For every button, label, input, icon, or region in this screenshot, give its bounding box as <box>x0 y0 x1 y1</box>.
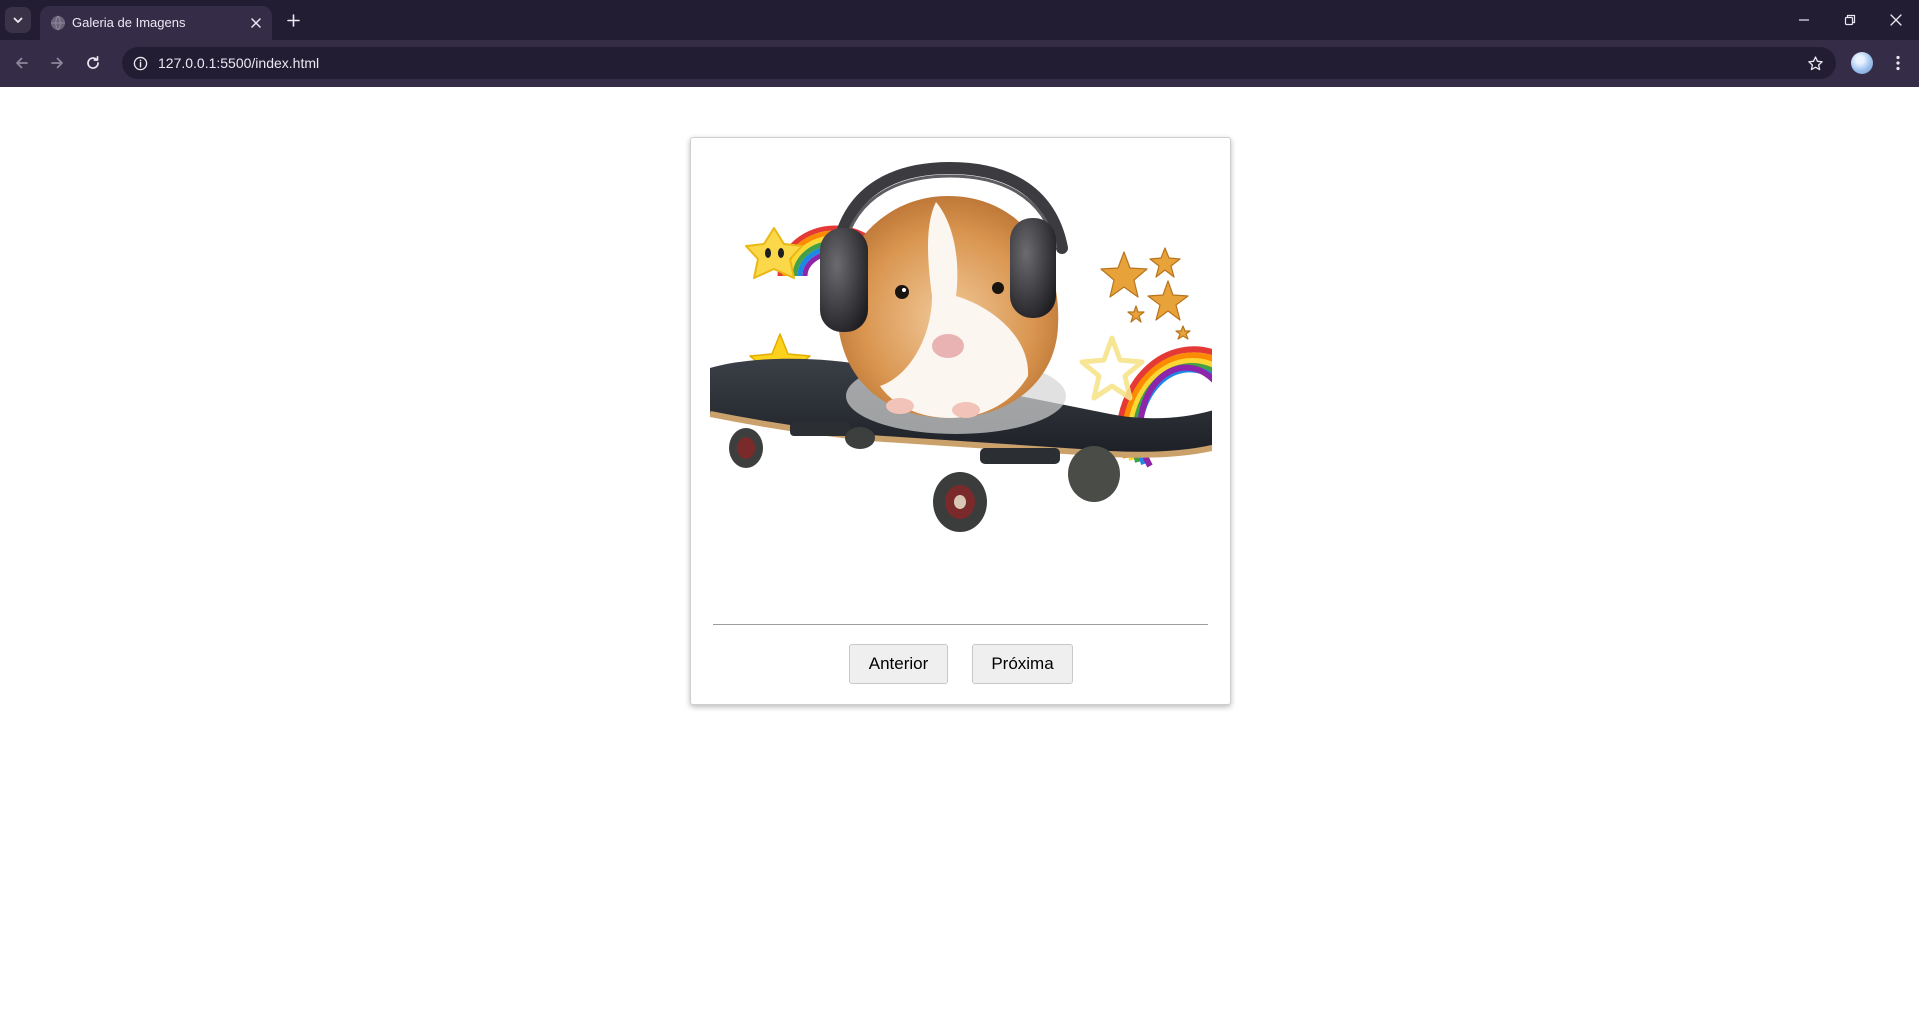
gallery-image <box>710 156 1212 626</box>
plus-icon <box>286 13 300 27</box>
profile-avatar[interactable] <box>1851 52 1873 74</box>
forward-icon <box>51 57 63 69</box>
next-button[interactable]: Próxima <box>972 644 1073 684</box>
reload-button[interactable] <box>81 51 105 75</box>
restore-button[interactable] <box>1836 8 1864 32</box>
address-bar[interactable]: 127.0.0.1:5500/index.html <box>122 47 1836 79</box>
new-tab-button[interactable] <box>282 9 304 31</box>
tab-close-icon[interactable] <box>248 15 264 31</box>
gold-stars-right <box>1100 247 1191 340</box>
menu-icon <box>1896 55 1900 71</box>
close-window-button[interactable] <box>1882 8 1910 32</box>
reload-icon <box>87 55 99 69</box>
browser-menu-button[interactable] <box>1886 51 1910 75</box>
url-text[interactable]: 127.0.0.1:5500/index.html <box>158 55 319 71</box>
back-icon <box>16 57 28 69</box>
bookmark-button[interactable] <box>1804 52 1826 74</box>
chevron-down-icon <box>13 17 23 23</box>
browser-tab[interactable]: Galeria de Imagens <box>40 6 272 40</box>
page-viewport: Anterior Próxima <box>0 87 1919 1023</box>
star-icon <box>1807 55 1823 70</box>
back-button[interactable] <box>10 51 34 75</box>
tab-title: Galeria de Imagens <box>72 15 186 30</box>
restore-icon <box>1844 14 1856 26</box>
divider <box>713 624 1208 625</box>
gallery-card: Anterior Próxima <box>690 137 1231 705</box>
forward-button[interactable] <box>45 51 69 75</box>
minimize-button[interactable] <box>1790 8 1818 32</box>
minimize-icon <box>1799 19 1809 21</box>
tab-search-button[interactable] <box>5 7 31 33</box>
tab-strip: Galeria de Imagens <box>0 0 1919 40</box>
info-icon <box>133 56 147 70</box>
close-icon <box>1890 14 1902 26</box>
previous-button[interactable]: Anterior <box>849 644 948 684</box>
browser-toolbar: 127.0.0.1:5500/index.html <box>0 40 1919 87</box>
site-info-button[interactable] <box>130 53 150 73</box>
globe-icon <box>51 15 65 31</box>
